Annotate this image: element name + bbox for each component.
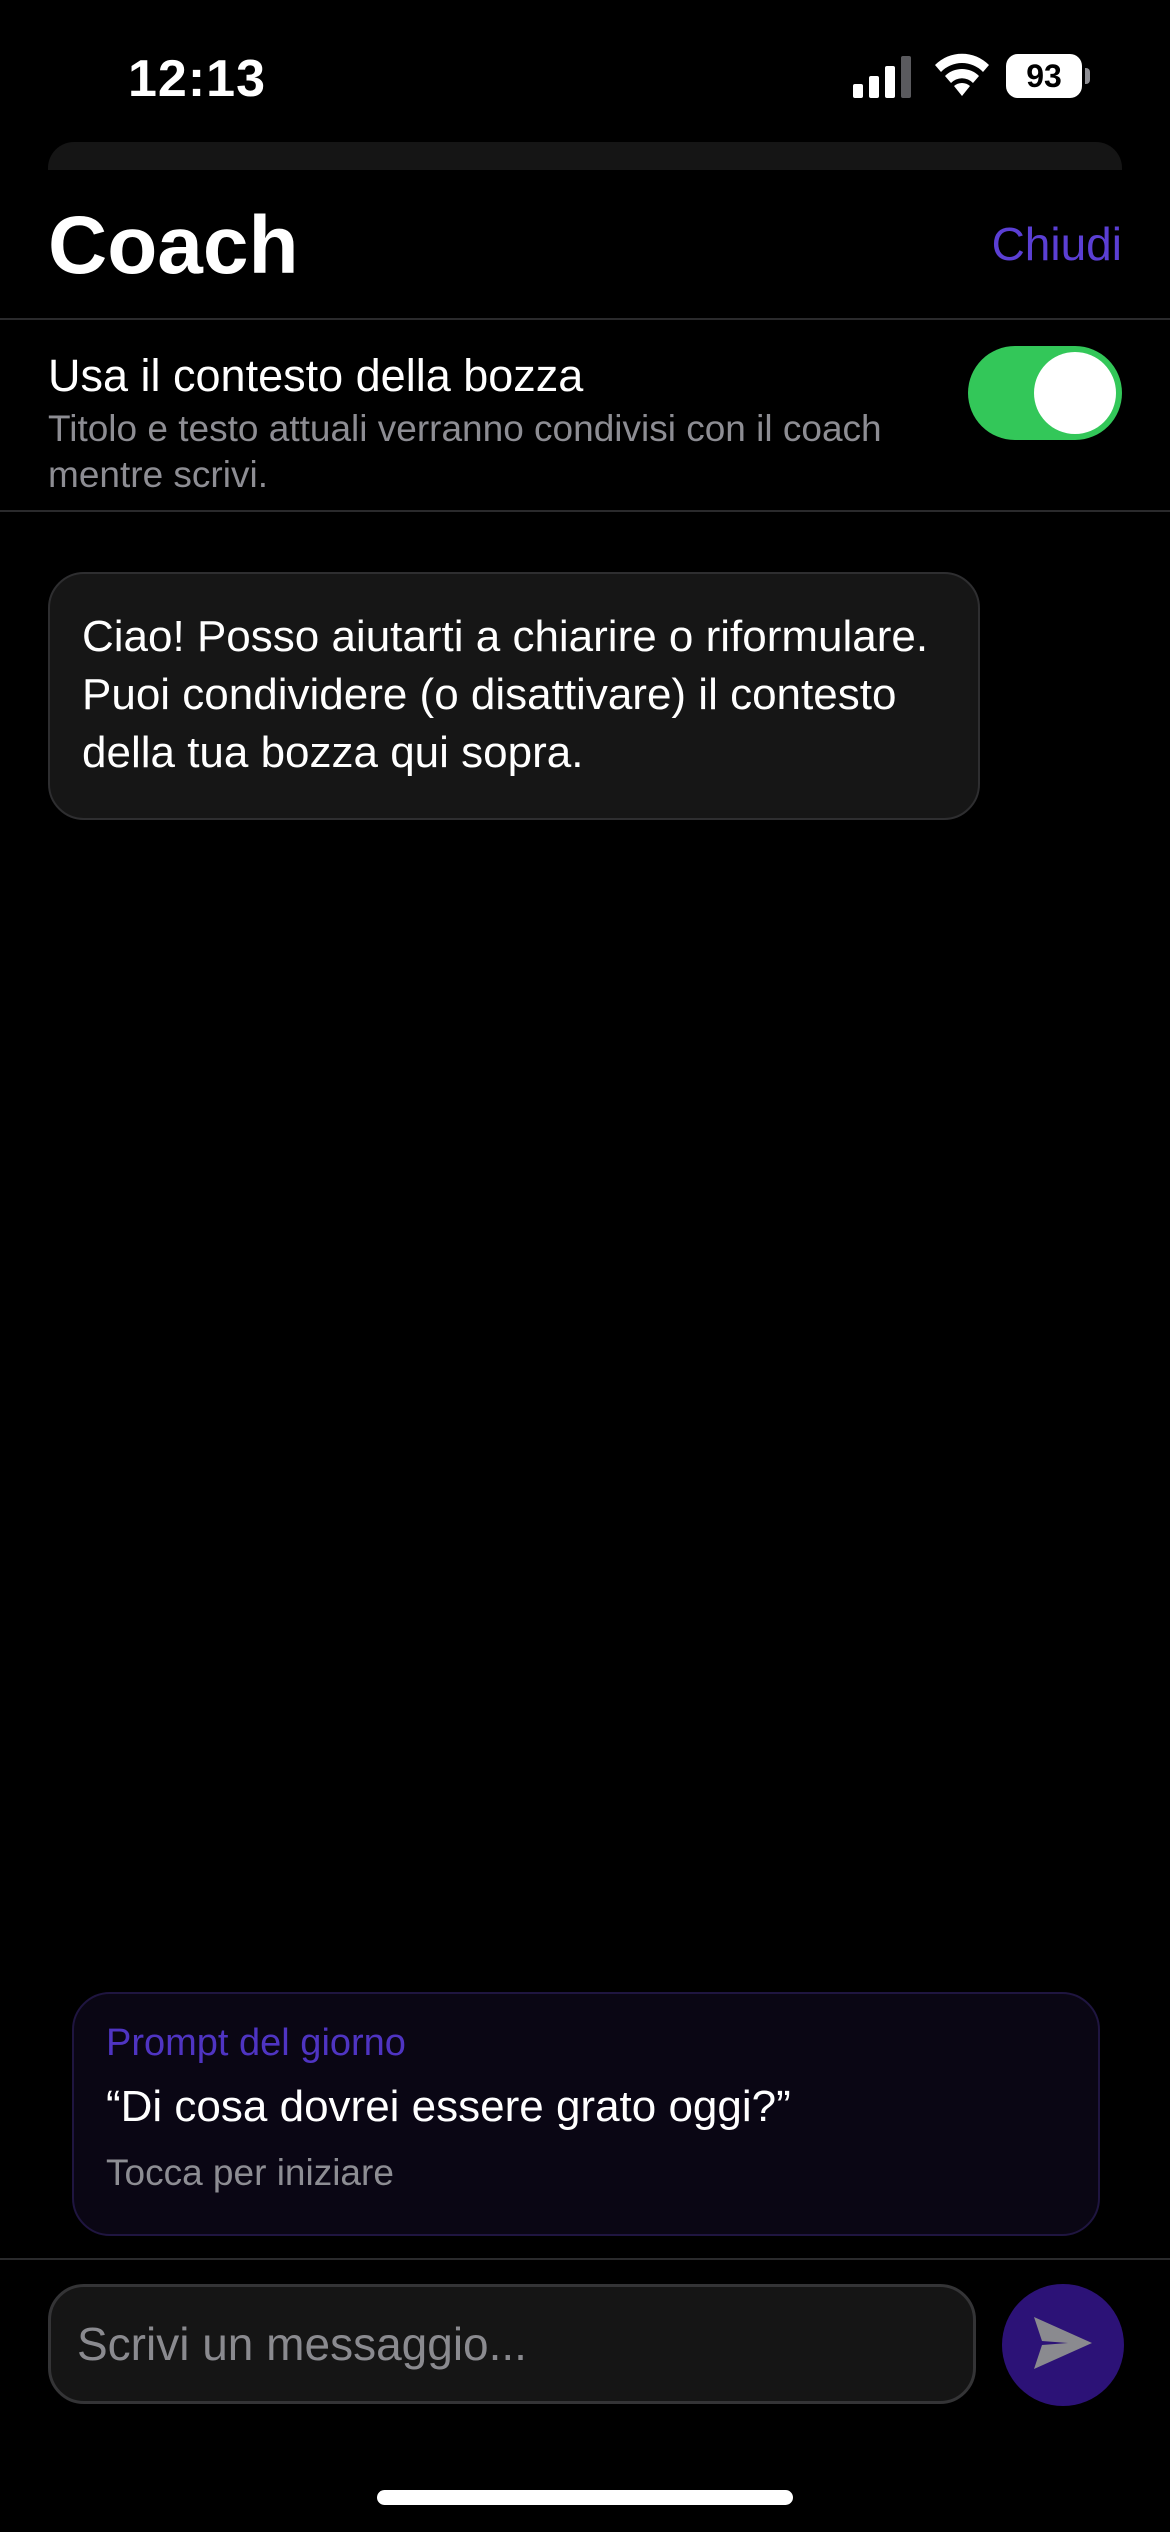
wifi-icon bbox=[933, 52, 991, 98]
header-divider bbox=[0, 318, 1170, 320]
status-time: 12:13 bbox=[128, 50, 266, 108]
cellular-signal-icon bbox=[853, 56, 915, 98]
context-toggle-description: Titolo e testo attuali verranno condivis… bbox=[48, 408, 882, 495]
send-button[interactable] bbox=[1002, 2284, 1124, 2406]
assistant-message-bubble: Ciao! Posso aiutarti a chiarire o riform… bbox=[48, 572, 980, 820]
prompt-kicker: Prompt del giorno bbox=[106, 2022, 406, 2064]
composer-divider bbox=[0, 2258, 1170, 2260]
toggle-knob bbox=[1034, 352, 1116, 434]
context-toggle-switch[interactable] bbox=[968, 346, 1122, 440]
prompt-of-the-day-card[interactable]: Prompt del giorno “Di cosa dovrei essere… bbox=[72, 1992, 1100, 2236]
home-indicator bbox=[377, 2490, 793, 2505]
battery-nub bbox=[1085, 68, 1090, 84]
context-toggle-title: Usa il contesto della bozza bbox=[48, 350, 584, 401]
battery-icon: 93 bbox=[1006, 54, 1090, 98]
battery-level: 93 bbox=[1006, 54, 1082, 98]
paper-plane-icon bbox=[1032, 2315, 1094, 2376]
message-input[interactable] bbox=[48, 2284, 976, 2404]
page-title: Coach bbox=[48, 200, 299, 291]
prompt-text: “Di cosa dovrei essere grato oggi?” bbox=[106, 2082, 791, 2131]
close-button[interactable]: Chiudi bbox=[992, 214, 1122, 274]
toggle-divider bbox=[0, 510, 1170, 512]
prompt-hint: Tocca per iniziare bbox=[106, 2152, 394, 2193]
